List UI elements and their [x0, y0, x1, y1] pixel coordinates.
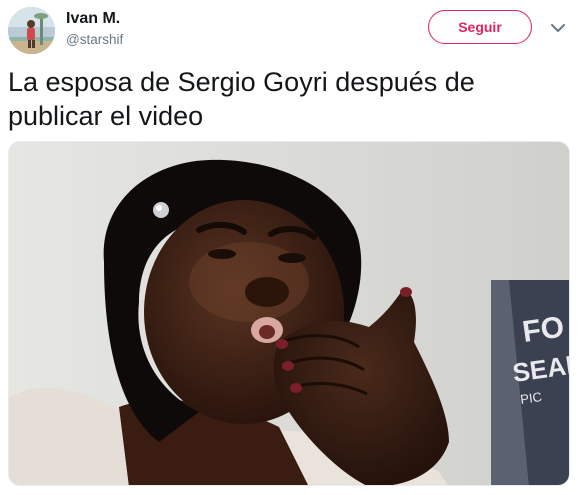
- tweet: Ivan M. @starshif Seguir La esposa de Se…: [0, 0, 579, 495]
- display-name[interactable]: Ivan M.: [66, 9, 120, 29]
- username-handle[interactable]: @starshif: [66, 31, 123, 49]
- tweet-photo[interactable]: FO SEAR PIC: [8, 141, 570, 486]
- photo-icon: FO SEAR PIC: [9, 142, 569, 485]
- avatar[interactable]: [8, 7, 55, 54]
- avatar-photo-icon: [8, 7, 55, 54]
- tweet-text: La esposa de Sergio Goyri después de pub…: [8, 67, 475, 131]
- follow-button[interactable]: Seguir: [428, 10, 532, 44]
- svg-text:FO: FO: [520, 310, 566, 348]
- chevron-down-icon[interactable]: [548, 20, 568, 36]
- svg-text:PIC: PIC: [519, 389, 543, 407]
